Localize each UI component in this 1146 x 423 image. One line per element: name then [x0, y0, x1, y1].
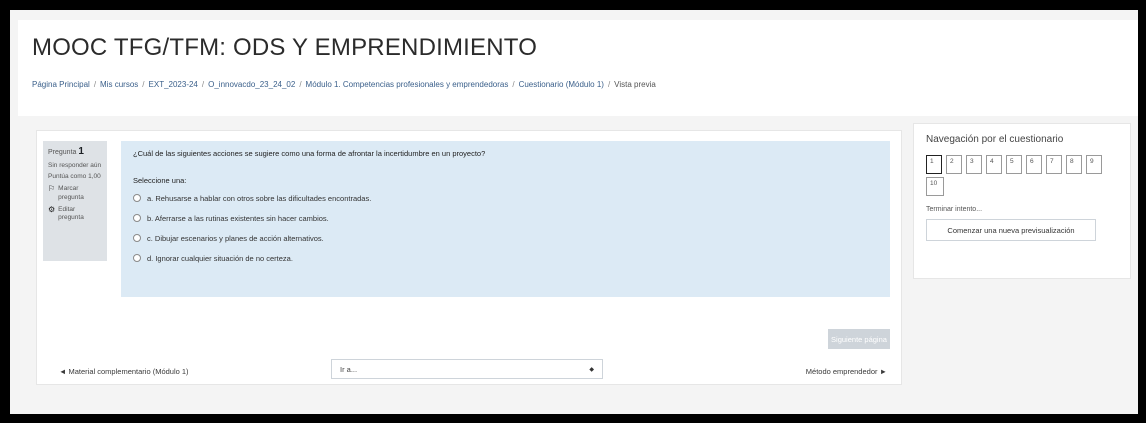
quiz-nav-button-number: 3	[970, 158, 974, 165]
quiz-nav-button-5[interactable]: 5	[1006, 155, 1022, 174]
quiz-navigation-block: Navegación por el cuestionario 1 2 3 4 5…	[913, 123, 1131, 279]
flag-question-link[interactable]: ⚐ Marcar pregunta	[48, 185, 102, 203]
quiz-nav-button-number: 8	[1070, 158, 1074, 165]
breadcrumb-separator: /	[201, 80, 205, 89]
gear-icon: ⚙	[48, 204, 56, 214]
quiz-nav-button-10[interactable]: 10	[926, 177, 944, 196]
select-caret-icon: ◆	[589, 366, 594, 373]
answer-label: a. Rehusarse a hablar con otros sobre la…	[147, 193, 372, 203]
breadcrumb-course[interactable]: EXT_2023-24	[149, 80, 198, 89]
quiz-nav-button-3[interactable]: 3	[966, 155, 982, 174]
jump-to-value: Ir a...	[340, 364, 358, 374]
question-info: Pregunta 1 Sin responder aún Puntúa como…	[43, 141, 107, 261]
previous-activity-link[interactable]: ◄ Material complementario (Módulo 1)	[59, 367, 189, 376]
breadcrumb-separator: /	[607, 80, 611, 89]
breadcrumb-separator: /	[512, 80, 515, 89]
radio-button[interactable]	[133, 214, 141, 222]
quiz-nav-button-6[interactable]: 6	[1026, 155, 1042, 174]
answer-option-c[interactable]: c. Dibujar escenarios y planes de acción…	[133, 228, 878, 248]
question-content: ¿Cuál de las siguientes acciones se sugi…	[121, 141, 890, 297]
breadcrumb-quiz[interactable]: Cuestionario (Módulo 1)	[519, 80, 604, 89]
question-status: Sin responder aún	[48, 161, 102, 169]
edit-question-label: Editar pregunta	[58, 205, 84, 222]
quiz-nav-button-number: 7	[1050, 158, 1054, 165]
quiz-nav-button-number: 10	[930, 180, 938, 187]
radio-button[interactable]	[133, 254, 141, 262]
next-activity-link[interactable]: Método emprendedor ►	[806, 367, 887, 376]
answer-label: c. Dibujar escenarios y planes de acción…	[147, 233, 324, 243]
breadcrumb-separator: /	[142, 80, 145, 89]
next-page-button[interactable]: Siguiente página	[828, 329, 890, 349]
question-number: Pregunta 1	[48, 145, 102, 159]
answer-label: b. Aferrarse a las rutinas existentes si…	[147, 213, 329, 223]
question-grade: Puntúa como 1,00	[48, 173, 101, 181]
quiz-nav-button-number: 4	[990, 158, 994, 165]
breadcrumb-section[interactable]: O_innovacdo_23_24_02	[208, 80, 295, 89]
quiz-nav-button-8[interactable]: 8	[1066, 155, 1082, 174]
window-frame: MOOC TFG/TFM: ODS Y EMPRENDIMIENTO Págin…	[10, 10, 1138, 414]
radio-button[interactable]	[133, 194, 141, 202]
answer-label: d. Ignorar cualquier situación de no cer…	[147, 253, 293, 263]
breadcrumb-current: Vista previa	[614, 80, 656, 89]
answer-option-d[interactable]: d. Ignorar cualquier situación de no cer…	[133, 248, 878, 268]
quiz-nav-button-7[interactable]: 7	[1046, 155, 1062, 174]
quiz-nav-button-number: 9	[1090, 158, 1094, 165]
page-title: MOOC TFG/TFM: ODS Y EMPRENDIMIENTO	[32, 34, 538, 61]
breadcrumb-module[interactable]: Módulo 1. Competencias profesionales y e…	[306, 80, 509, 89]
question-nav-grid: 1 2 3 4 5 6 7 8 9 10	[926, 155, 1122, 196]
quiz-nav-button-number: 2	[950, 158, 954, 165]
question-number-value: 1	[78, 146, 84, 157]
breadcrumb: Página Principal / Mis cursos / EXT_2023-24/…	[32, 80, 656, 89]
quiz-nav-button-number: 5	[1010, 158, 1014, 165]
answer-list: a. Rehusarse a hablar con otros sobre la…	[133, 188, 878, 268]
start-new-preview-button[interactable]: Comenzar una nueva previsualización	[926, 219, 1096, 241]
edit-question-link[interactable]: ⚙ Editar pregunta	[48, 204, 102, 224]
flag-icon: ⚐	[48, 184, 56, 194]
jump-to-select[interactable]: Ir a... ◆	[331, 359, 603, 379]
breadcrumb-separator: /	[299, 80, 302, 89]
question-label: Pregunta	[48, 149, 77, 156]
quiz-nav-button-2[interactable]: 2	[946, 155, 962, 174]
answer-option-b[interactable]: b. Aferrarse a las rutinas existentes si…	[133, 208, 878, 228]
quiz-nav-button-1[interactable]: 1	[926, 155, 942, 174]
question-text: ¿Cuál de las siguientes acciones se sugi…	[133, 149, 486, 158]
quiz-nav-button-number: 6	[1030, 158, 1034, 165]
page-header: MOOC TFG/TFM: ODS Y EMPRENDIMIENTO Págin…	[18, 20, 1138, 116]
breadcrumb-home[interactable]: Página Principal	[32, 80, 90, 89]
quiz-nav-button-9[interactable]: 9	[1086, 155, 1102, 174]
radio-button[interactable]	[133, 234, 141, 242]
answer-option-a[interactable]: a. Rehusarse a hablar con otros sobre la…	[133, 188, 878, 208]
breadcrumb-separator: /	[93, 80, 97, 89]
finish-attempt-link[interactable]: Terminar intento...	[926, 206, 1118, 213]
quiz-nav-button-number: 1	[930, 158, 934, 165]
answer-prompt: Seleccione una:	[133, 176, 187, 185]
quiz-main-card: Pregunta 1 Sin responder aún Puntúa como…	[36, 130, 902, 385]
breadcrumb-my-courses[interactable]: Mis cursos	[100, 80, 138, 89]
quiz-navigation-title: Navegación por el cuestionario	[926, 134, 1064, 145]
flag-question-label: Marcar pregunta	[58, 185, 84, 201]
quiz-nav-button-4[interactable]: 4	[986, 155, 1002, 174]
